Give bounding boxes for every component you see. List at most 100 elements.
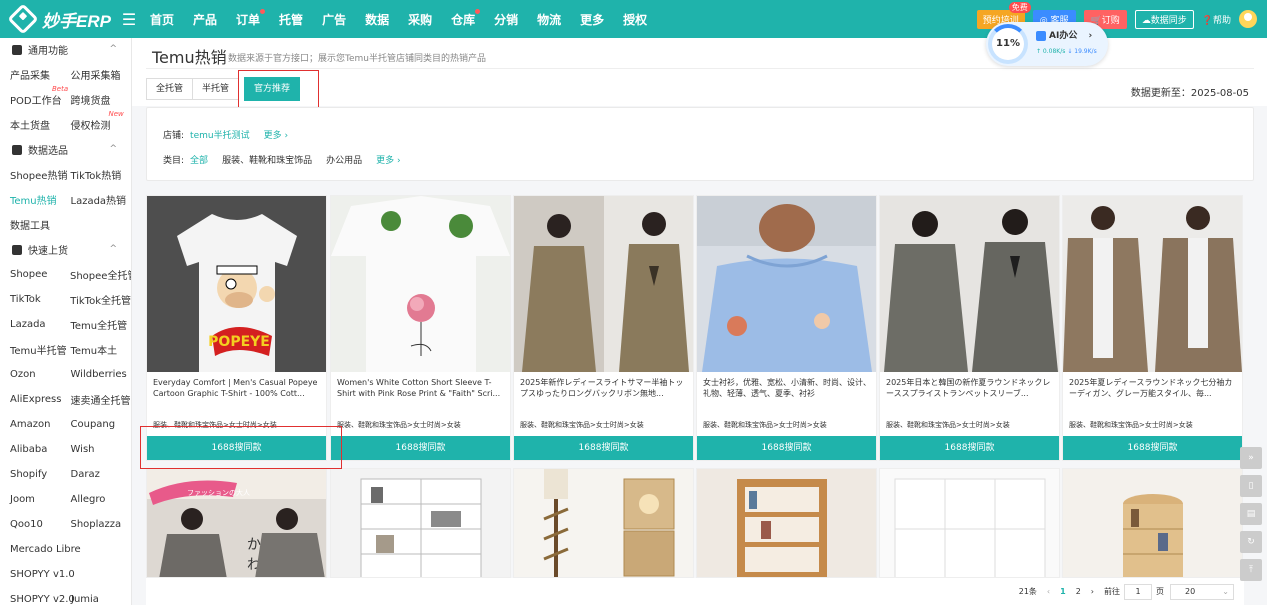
chevron-up-icon[interactable]: ^ [109, 244, 117, 254]
product-image[interactable] [331, 196, 510, 372]
sidebar-item[interactable]: AliExpress [10, 394, 71, 405]
category-office[interactable]: 办公用品 [326, 153, 362, 166]
page-size-select[interactable]: 20 ⌄ [1170, 583, 1234, 600]
collapse-icon[interactable]: » [1240, 447, 1262, 469]
nav-item[interactable]: 物流 [537, 11, 561, 28]
chevron-up-icon[interactable]: ^ [109, 44, 117, 54]
product-card[interactable]: ファッションの大人かわ [146, 468, 327, 578]
nav-item[interactable]: 分销 [494, 11, 518, 28]
sidebar-item[interactable]: TikTok全托管 [70, 292, 131, 307]
sidebar-item[interactable]: Temu全托管 [71, 317, 132, 332]
sidebar-item[interactable]: Lazada [10, 319, 71, 330]
product-image[interactable] [514, 469, 693, 577]
mobile-icon[interactable]: ▯ [1240, 475, 1262, 497]
store-option[interactable]: temu半托测试 [190, 128, 250, 141]
product-card[interactable] [330, 468, 511, 578]
category-more-link[interactable]: 更多 › [376, 153, 400, 166]
nav-item[interactable]: 数据 [365, 11, 389, 28]
sidebar-item[interactable]: POD工作台 Beta [10, 85, 71, 107]
sidebar-item[interactable]: Allegro [71, 494, 132, 505]
sidebar-item[interactable]: 跨境货盘 [71, 92, 132, 107]
nav-item[interactable]: 更多 [580, 11, 604, 28]
product-card[interactable] [1062, 468, 1243, 578]
sidebar-item[interactable]: SHOPYY v1.0 [10, 569, 75, 580]
product-title[interactable]: 2025年日本と韓国の新作夏ラウンドネックレーススプライストランペットスリーブ.… [886, 377, 1056, 399]
sidebar-item[interactable]: TikTok热销 [71, 167, 132, 182]
sidebar-section-header[interactable]: 通用功能 ^ [0, 38, 131, 62]
sidebar-item[interactable]: Alibaba [10, 444, 71, 455]
product-image[interactable]: ファッションの大人かわ [147, 469, 326, 577]
next-page-button[interactable]: › [1091, 587, 1094, 596]
app-logo[interactable]: 妙手ERP [0, 0, 116, 38]
sidebar-item[interactable]: Coupang [71, 419, 132, 430]
sidebar-item[interactable]: Mercado Libre [10, 544, 81, 555]
sidebar-item[interactable]: SHOPYY v2.0 [10, 594, 75, 605]
product-card[interactable]: POPEYE Everyday Comfort | Men's Casual Po… [146, 195, 327, 461]
product-title[interactable]: 女士衬衫，优雅、宽松、小清新、时尚、设计、礼物、轻薄、透气、夏季、衬衫 [703, 377, 873, 399]
product-image[interactable] [331, 469, 510, 577]
search-1688-button[interactable]: 1688搜同款 [1063, 436, 1242, 460]
product-title[interactable]: 2025年新作レディースライトサマー半袖トップスゆったりロングバックリボン無地.… [520, 377, 690, 399]
product-image[interactable] [1063, 196, 1242, 372]
menu-icon[interactable]: ☰ [116, 10, 142, 29]
ai-office-widget[interactable]: 11% AI办公 › ↑ 0.08K/s ↓ 19.9K/s [986, 22, 1108, 66]
nav-item[interactable]: 授权 [623, 11, 647, 28]
sidebar-item[interactable]: Shopee热销 [10, 167, 71, 182]
sidebar-item[interactable]: 数据工具 [10, 217, 71, 232]
sidebar-item[interactable]: Jumia [71, 594, 131, 605]
nav-item[interactable]: 订单 [236, 8, 266, 28]
product-image[interactable] [697, 196, 876, 372]
tab-full-managed[interactable]: 全托管 [146, 78, 194, 100]
nav-item[interactable]: 广告 [322, 11, 346, 28]
sidebar-item[interactable]: Ozon [10, 369, 71, 380]
product-title[interactable]: 2025年夏レディースラウンドネック七分袖カーディガン、グレー万能スタイル、毎.… [1069, 377, 1239, 399]
document-icon[interactable]: ▤ [1240, 503, 1262, 525]
product-image[interactable] [880, 469, 1059, 577]
nav-item[interactable]: 产品 [193, 11, 217, 28]
product-title[interactable]: Everyday Comfort | Men's Casual Popeye C… [153, 377, 323, 399]
product-card[interactable] [696, 468, 877, 578]
product-image[interactable] [514, 196, 693, 372]
product-image[interactable]: POPEYE [147, 196, 326, 372]
product-card[interactable]: 2025年日本と韓国の新作夏ラウンドネックレーススプライストランペットスリーブ.… [879, 195, 1060, 461]
tab-semi-managed[interactable]: 半托管 [192, 78, 240, 100]
nav-item[interactable]: 采购 [408, 11, 432, 28]
search-1688-button[interactable]: 1688搜同款 [697, 436, 876, 460]
data-sync-button[interactable]: ☁数据同步 [1134, 9, 1194, 29]
search-1688-button[interactable]: 1688搜同款 [514, 436, 693, 460]
refresh-icon[interactable]: ↻ [1240, 531, 1262, 553]
sidebar-item[interactable]: Wildberries [71, 369, 132, 380]
sidebar-item[interactable]: TikTok [10, 294, 70, 305]
sidebar-item[interactable]: Temu热销 [10, 192, 71, 207]
product-image[interactable] [1063, 469, 1242, 577]
search-1688-button[interactable]: 1688搜同款 [880, 436, 1059, 460]
prev-page-button[interactable]: ‹ [1047, 587, 1050, 596]
product-image[interactable] [697, 469, 876, 577]
sidebar-item[interactable]: Shopee [10, 269, 70, 280]
nav-item[interactable]: 首页 [150, 11, 174, 28]
sidebar-item[interactable]: 侵权检测 New [71, 110, 132, 132]
sidebar-section-header[interactable]: 数据选品 ^ [0, 137, 131, 162]
sidebar-item[interactable]: Temu本土 [71, 342, 132, 357]
sidebar-section-header[interactable]: 快速上货 ^ [0, 237, 131, 262]
sidebar-item[interactable]: Temu半托管 [10, 342, 71, 357]
product-card[interactable]: 2025年新作レディースライトサマー半袖トップスゆったりロングバックリボン無地.… [513, 195, 694, 461]
help-link[interactable]: ❓帮助 [1202, 13, 1231, 26]
page-2[interactable]: 2 [1076, 587, 1081, 596]
sidebar-item[interactable]: Joom [10, 494, 71, 505]
product-card[interactable]: Women's White Cotton Short Sleeve T-Shir… [330, 195, 511, 461]
user-avatar[interactable] [1239, 10, 1257, 28]
product-card[interactable]: 女士衬衫，优雅、宽松、小清新、时尚、设计、礼物、轻薄、透气、夏季、衬衫 服装、鞋靴… [696, 195, 877, 461]
sidebar-item[interactable]: Wish [71, 444, 132, 455]
sidebar-item[interactable]: 本土货盘 [10, 117, 71, 132]
product-card[interactable] [879, 468, 1060, 578]
sidebar-item[interactable]: Shoplazza [71, 519, 132, 530]
category-all[interactable]: 全部 [190, 153, 208, 166]
chevron-up-icon[interactable]: ^ [109, 144, 117, 154]
store-more-link[interactable]: 更多 › [264, 128, 288, 141]
search-1688-button[interactable]: 1688搜同款 [331, 436, 510, 460]
nav-item[interactable]: 托管 [279, 11, 303, 28]
sidebar-item[interactable]: 公用采集箱 [71, 67, 132, 82]
category-apparel[interactable]: 服装、鞋靴和珠宝饰品 [222, 153, 312, 166]
page-1[interactable]: 1 [1060, 587, 1066, 596]
